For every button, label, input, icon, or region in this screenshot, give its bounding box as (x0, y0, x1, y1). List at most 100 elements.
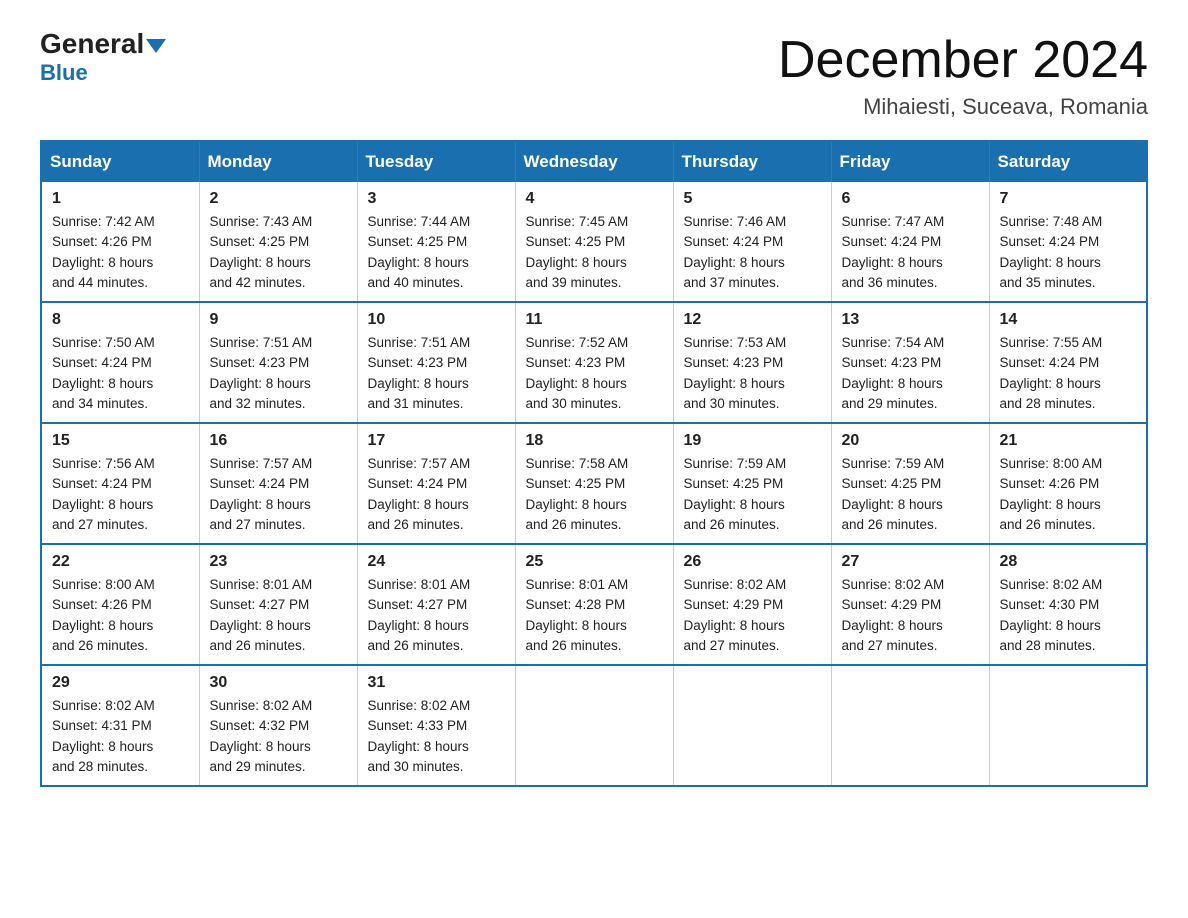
day-info: Sunrise: 7:56 AM Sunset: 4:24 PM Dayligh… (52, 454, 189, 535)
col-tuesday: Tuesday (357, 141, 515, 182)
day-number: 12 (684, 311, 821, 329)
day-info: Sunrise: 7:52 AM Sunset: 4:23 PM Dayligh… (526, 333, 663, 414)
day-number: 23 (210, 553, 347, 571)
table-row (673, 665, 831, 786)
day-number: 2 (210, 190, 347, 208)
table-row: 14 Sunrise: 7:55 AM Sunset: 4:24 PM Dayl… (989, 302, 1147, 423)
day-info: Sunrise: 7:45 AM Sunset: 4:25 PM Dayligh… (526, 212, 663, 293)
day-info: Sunrise: 8:02 AM Sunset: 4:29 PM Dayligh… (842, 575, 979, 656)
day-number: 26 (684, 553, 821, 571)
page-title: December 2024 (778, 30, 1148, 90)
day-number: 24 (368, 553, 505, 571)
day-number: 25 (526, 553, 663, 571)
table-row: 26 Sunrise: 8:02 AM Sunset: 4:29 PM Dayl… (673, 544, 831, 665)
day-info: Sunrise: 7:48 AM Sunset: 4:24 PM Dayligh… (1000, 212, 1137, 293)
table-row (515, 665, 673, 786)
day-info: Sunrise: 7:43 AM Sunset: 4:25 PM Dayligh… (210, 212, 347, 293)
day-info: Sunrise: 8:00 AM Sunset: 4:26 PM Dayligh… (52, 575, 189, 656)
day-info: Sunrise: 7:59 AM Sunset: 4:25 PM Dayligh… (684, 454, 821, 535)
day-number: 19 (684, 432, 821, 450)
day-number: 20 (842, 432, 979, 450)
table-row: 25 Sunrise: 8:01 AM Sunset: 4:28 PM Dayl… (515, 544, 673, 665)
table-row: 8 Sunrise: 7:50 AM Sunset: 4:24 PM Dayli… (41, 302, 199, 423)
table-row: 20 Sunrise: 7:59 AM Sunset: 4:25 PM Dayl… (831, 423, 989, 544)
day-number: 4 (526, 190, 663, 208)
day-number: 18 (526, 432, 663, 450)
day-info: Sunrise: 7:58 AM Sunset: 4:25 PM Dayligh… (526, 454, 663, 535)
col-monday: Monday (199, 141, 357, 182)
table-row (831, 665, 989, 786)
day-number: 28 (1000, 553, 1137, 571)
title-block: December 2024 Mihaiesti, Suceava, Romani… (778, 30, 1148, 120)
table-row: 6 Sunrise: 7:47 AM Sunset: 4:24 PM Dayli… (831, 182, 989, 302)
calendar-week-3: 15 Sunrise: 7:56 AM Sunset: 4:24 PM Dayl… (41, 423, 1147, 544)
day-info: Sunrise: 7:57 AM Sunset: 4:24 PM Dayligh… (210, 454, 347, 535)
day-number: 6 (842, 190, 979, 208)
page-header: General Blue December 2024 Mihaiesti, Su… (40, 30, 1148, 120)
table-row: 18 Sunrise: 7:58 AM Sunset: 4:25 PM Dayl… (515, 423, 673, 544)
day-info: Sunrise: 8:02 AM Sunset: 4:32 PM Dayligh… (210, 696, 347, 777)
day-info: Sunrise: 7:51 AM Sunset: 4:23 PM Dayligh… (210, 333, 347, 414)
day-info: Sunrise: 7:54 AM Sunset: 4:23 PM Dayligh… (842, 333, 979, 414)
day-number: 22 (52, 553, 189, 571)
day-number: 8 (52, 311, 189, 329)
day-number: 17 (368, 432, 505, 450)
day-number: 13 (842, 311, 979, 329)
day-number: 21 (1000, 432, 1137, 450)
day-number: 9 (210, 311, 347, 329)
logo-triangle-icon (146, 39, 166, 53)
table-row: 16 Sunrise: 7:57 AM Sunset: 4:24 PM Dayl… (199, 423, 357, 544)
day-info: Sunrise: 8:02 AM Sunset: 4:31 PM Dayligh… (52, 696, 189, 777)
day-number: 10 (368, 311, 505, 329)
table-row: 7 Sunrise: 7:48 AM Sunset: 4:24 PM Dayli… (989, 182, 1147, 302)
col-saturday: Saturday (989, 141, 1147, 182)
col-thursday: Thursday (673, 141, 831, 182)
day-info: Sunrise: 7:47 AM Sunset: 4:24 PM Dayligh… (842, 212, 979, 293)
table-row: 22 Sunrise: 8:00 AM Sunset: 4:26 PM Dayl… (41, 544, 199, 665)
day-number: 5 (684, 190, 821, 208)
table-row: 30 Sunrise: 8:02 AM Sunset: 4:32 PM Dayl… (199, 665, 357, 786)
calendar-table: Sunday Monday Tuesday Wednesday Thursday… (40, 140, 1148, 787)
table-row: 19 Sunrise: 7:59 AM Sunset: 4:25 PM Dayl… (673, 423, 831, 544)
col-sunday: Sunday (41, 141, 199, 182)
day-info: Sunrise: 7:42 AM Sunset: 4:26 PM Dayligh… (52, 212, 189, 293)
day-info: Sunrise: 8:02 AM Sunset: 4:33 PM Dayligh… (368, 696, 505, 777)
table-row: 27 Sunrise: 8:02 AM Sunset: 4:29 PM Dayl… (831, 544, 989, 665)
table-row: 31 Sunrise: 8:02 AM Sunset: 4:33 PM Dayl… (357, 665, 515, 786)
table-row: 9 Sunrise: 7:51 AM Sunset: 4:23 PM Dayli… (199, 302, 357, 423)
day-number: 29 (52, 674, 189, 692)
table-row: 5 Sunrise: 7:46 AM Sunset: 4:24 PM Dayli… (673, 182, 831, 302)
table-row: 21 Sunrise: 8:00 AM Sunset: 4:26 PM Dayl… (989, 423, 1147, 544)
logo-blue: Blue (40, 60, 88, 86)
table-row: 10 Sunrise: 7:51 AM Sunset: 4:23 PM Dayl… (357, 302, 515, 423)
day-info: Sunrise: 8:01 AM Sunset: 4:27 PM Dayligh… (368, 575, 505, 656)
table-row: 17 Sunrise: 7:57 AM Sunset: 4:24 PM Dayl… (357, 423, 515, 544)
calendar-week-5: 29 Sunrise: 8:02 AM Sunset: 4:31 PM Dayl… (41, 665, 1147, 786)
page-subtitle: Mihaiesti, Suceava, Romania (778, 94, 1148, 120)
day-info: Sunrise: 7:50 AM Sunset: 4:24 PM Dayligh… (52, 333, 189, 414)
logo: General Blue (40, 30, 166, 86)
table-row: 4 Sunrise: 7:45 AM Sunset: 4:25 PM Dayli… (515, 182, 673, 302)
day-number: 31 (368, 674, 505, 692)
table-row: 2 Sunrise: 7:43 AM Sunset: 4:25 PM Dayli… (199, 182, 357, 302)
day-info: Sunrise: 8:01 AM Sunset: 4:28 PM Dayligh… (526, 575, 663, 656)
day-info: Sunrise: 7:46 AM Sunset: 4:24 PM Dayligh… (684, 212, 821, 293)
logo-general: General (40, 28, 144, 59)
day-info: Sunrise: 8:02 AM Sunset: 4:30 PM Dayligh… (1000, 575, 1137, 656)
day-number: 16 (210, 432, 347, 450)
day-info: Sunrise: 7:59 AM Sunset: 4:25 PM Dayligh… (842, 454, 979, 535)
table-row: 24 Sunrise: 8:01 AM Sunset: 4:27 PM Dayl… (357, 544, 515, 665)
table-row: 23 Sunrise: 8:01 AM Sunset: 4:27 PM Dayl… (199, 544, 357, 665)
day-info: Sunrise: 7:53 AM Sunset: 4:23 PM Dayligh… (684, 333, 821, 414)
header-row: Sunday Monday Tuesday Wednesday Thursday… (41, 141, 1147, 182)
day-info: Sunrise: 7:51 AM Sunset: 4:23 PM Dayligh… (368, 333, 505, 414)
calendar-week-2: 8 Sunrise: 7:50 AM Sunset: 4:24 PM Dayli… (41, 302, 1147, 423)
col-wednesday: Wednesday (515, 141, 673, 182)
day-info: Sunrise: 7:44 AM Sunset: 4:25 PM Dayligh… (368, 212, 505, 293)
col-friday: Friday (831, 141, 989, 182)
table-row (989, 665, 1147, 786)
calendar-week-4: 22 Sunrise: 8:00 AM Sunset: 4:26 PM Dayl… (41, 544, 1147, 665)
table-row: 3 Sunrise: 7:44 AM Sunset: 4:25 PM Dayli… (357, 182, 515, 302)
table-row: 13 Sunrise: 7:54 AM Sunset: 4:23 PM Dayl… (831, 302, 989, 423)
table-row: 11 Sunrise: 7:52 AM Sunset: 4:23 PM Dayl… (515, 302, 673, 423)
